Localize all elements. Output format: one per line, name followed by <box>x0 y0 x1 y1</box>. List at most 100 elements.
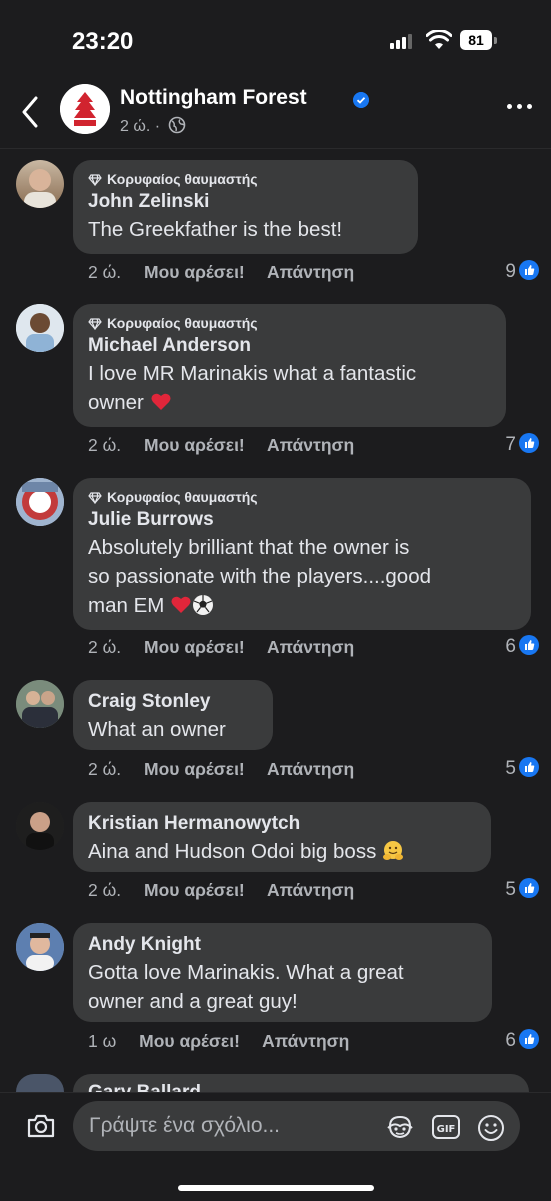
avatar[interactable] <box>16 478 64 526</box>
page-avatar[interactable] <box>60 84 110 134</box>
reaction-number: 6 <box>505 636 516 657</box>
like-reaction-icon <box>519 1029 539 1049</box>
reaction-number: 7 <box>505 434 516 455</box>
globe-icon <box>168 116 185 134</box>
reaction-count[interactable]: 6 <box>505 1029 539 1053</box>
emoji-icon[interactable] <box>477 1114 505 1142</box>
back-icon[interactable] <box>18 92 42 132</box>
post-time: 2 ώ. · <box>120 118 161 135</box>
comment-bubble[interactable]: Gary Ballard <box>73 1074 529 1103</box>
reaction-count[interactable]: 5 <box>505 878 539 902</box>
comment-bubble[interactable]: Κορυφαίος θαυμαστής Julie Burrows Absolu… <box>73 478 531 630</box>
avatar-sticker-icon[interactable] <box>386 1114 414 1140</box>
comment-time[interactable]: 2 ώ. <box>88 759 121 779</box>
reply-link[interactable]: Απάντηση <box>267 435 354 455</box>
wifi-icon <box>426 30 452 49</box>
signal-icon <box>390 33 416 49</box>
like-link[interactable]: Μου αρέσει! <box>144 759 245 779</box>
forest-logo-icon <box>60 84 110 134</box>
avatar[interactable] <box>16 1074 64 1092</box>
avatar[interactable] <box>16 680 64 728</box>
header-divider <box>0 148 551 149</box>
page-name[interactable]: Nottingham Forest <box>120 86 307 110</box>
comment-bubble[interactable]: Andy Knight Gotta love Marinakis. What a… <box>73 923 492 1022</box>
top-fan-badge: Κορυφαίος θαυμαστής <box>88 169 402 189</box>
avatar[interactable] <box>16 304 64 352</box>
like-reaction-icon <box>519 260 539 280</box>
more-options-icon[interactable] <box>507 104 535 112</box>
heart-emoji <box>151 393 171 410</box>
comment-bubble[interactable]: Κορυφαίος θαυμαστής Michael Anderson I l… <box>73 304 506 427</box>
comment-text: The Greekfather is the best! <box>88 218 343 241</box>
top-fan-badge: Κορυφαίος θαυμαστής <box>88 487 515 507</box>
comment-actions: 2 ώ. Μου αρέσει! Απάντηση <box>88 878 372 902</box>
comment-bubble[interactable]: Κορυφαίος θαυμαστής John Zelinski The Gr… <box>73 160 418 254</box>
reaction-number: 9 <box>505 261 516 282</box>
comment-input[interactable]: Γράψτε ένα σχόλιο... GIF <box>73 1101 520 1151</box>
like-reaction-icon <box>519 878 539 898</box>
battery-icon: 81 <box>460 30 492 50</box>
like-reaction-icon <box>519 433 539 453</box>
reaction-number: 5 <box>505 879 516 900</box>
comment-time[interactable]: 2 ώ. <box>88 435 121 455</box>
reaction-count[interactable]: 7 <box>505 433 539 457</box>
comment-author[interactable]: Julie Burrows <box>88 507 515 533</box>
comment-author[interactable]: John Zelinski <box>88 189 402 215</box>
comment-author[interactable]: Michael Anderson <box>88 333 490 359</box>
reaction-count[interactable]: 6 <box>505 635 539 659</box>
comment-text-line: Aina and Hudson Odoi big boss <box>88 837 475 866</box>
reply-link[interactable]: Απάντηση <box>267 262 354 282</box>
avatar[interactable] <box>16 802 64 850</box>
status-time: 23:20 <box>72 28 134 55</box>
like-link[interactable]: Μου αρέσει! <box>144 262 245 282</box>
comment-time[interactable]: 2 ώ. <box>88 637 121 657</box>
reply-link[interactable]: Απάντηση <box>267 880 354 900</box>
like-link[interactable]: Μου αρέσει! <box>144 880 245 900</box>
comment-author[interactable]: Kristian Hermanowytch <box>88 811 475 837</box>
comment-text: What an owner <box>88 718 226 741</box>
home-indicator <box>178 1185 374 1191</box>
comment-composer: Γράψτε ένα σχόλιο... GIF <box>0 1092 551 1201</box>
comment-time[interactable]: 2 ώ. <box>88 262 121 282</box>
comment-text-line: owner <box>88 388 490 417</box>
post-meta: 2 ώ. · <box>120 116 186 136</box>
comment-text-line: Absolutely brilliant that the owner is <box>88 536 410 559</box>
like-link[interactable]: Μου αρέσει! <box>144 637 245 657</box>
comment-author[interactable]: Andy Knight <box>88 932 476 958</box>
comment-time[interactable]: 1 ω <box>88 1031 116 1051</box>
comment-author[interactable]: Craig Stonley <box>88 689 257 715</box>
comment-text-line: so passionate with the players....good <box>88 565 432 588</box>
reaction-count[interactable]: 9 <box>505 260 539 284</box>
hugging-face-emoji <box>383 841 404 860</box>
camera-icon[interactable] <box>26 1113 56 1139</box>
reaction-number: 6 <box>505 1030 516 1051</box>
comment-actions: 2 ώ. Μου αρέσει! Απάντηση <box>88 757 372 781</box>
reply-link[interactable]: Απάντηση <box>267 759 354 779</box>
comment-text-line: man EM <box>88 591 515 620</box>
diamond-icon <box>88 492 102 504</box>
like-link[interactable]: Μου αρέσει! <box>144 435 245 455</box>
gif-icon[interactable]: GIF <box>431 1114 461 1140</box>
comment-text-line: I love MR Marinakis what a fantastic <box>88 362 417 385</box>
comment-actions: 2 ώ. Μου αρέσει! Απάντηση <box>88 433 372 457</box>
post-header: Nottingham Forest 2 ώ. · <box>0 78 551 148</box>
svg-text:GIF: GIF <box>437 1124 456 1135</box>
comment-actions: 2 ώ. Μου αρέσει! Απάντηση <box>88 260 372 284</box>
comment-bubble[interactable]: Kristian Hermanowytch Aina and Hudson Od… <box>73 802 491 872</box>
like-link[interactable]: Μου αρέσει! <box>139 1031 240 1051</box>
like-reaction-icon <box>519 635 539 655</box>
comment-input-placeholder: Γράψτε ένα σχόλιο... <box>89 1114 280 1137</box>
soccer-ball-emoji <box>193 595 214 615</box>
comment-time[interactable]: 2 ώ. <box>88 880 121 900</box>
diamond-icon <box>88 318 102 330</box>
reply-link[interactable]: Απάντηση <box>267 637 354 657</box>
like-reaction-icon <box>519 757 539 777</box>
reply-link[interactable]: Απάντηση <box>262 1031 349 1051</box>
comment-actions: 1 ω Μου αρέσει! Απάντηση <box>88 1029 367 1053</box>
reaction-count[interactable]: 5 <box>505 757 539 781</box>
avatar[interactable] <box>16 923 64 971</box>
comment-text-line: owner and a great guy! <box>88 990 298 1013</box>
comment-bubble[interactable]: Craig Stonley What an owner <box>73 680 273 750</box>
verified-badge-icon <box>353 92 369 108</box>
avatar[interactable] <box>16 160 64 208</box>
